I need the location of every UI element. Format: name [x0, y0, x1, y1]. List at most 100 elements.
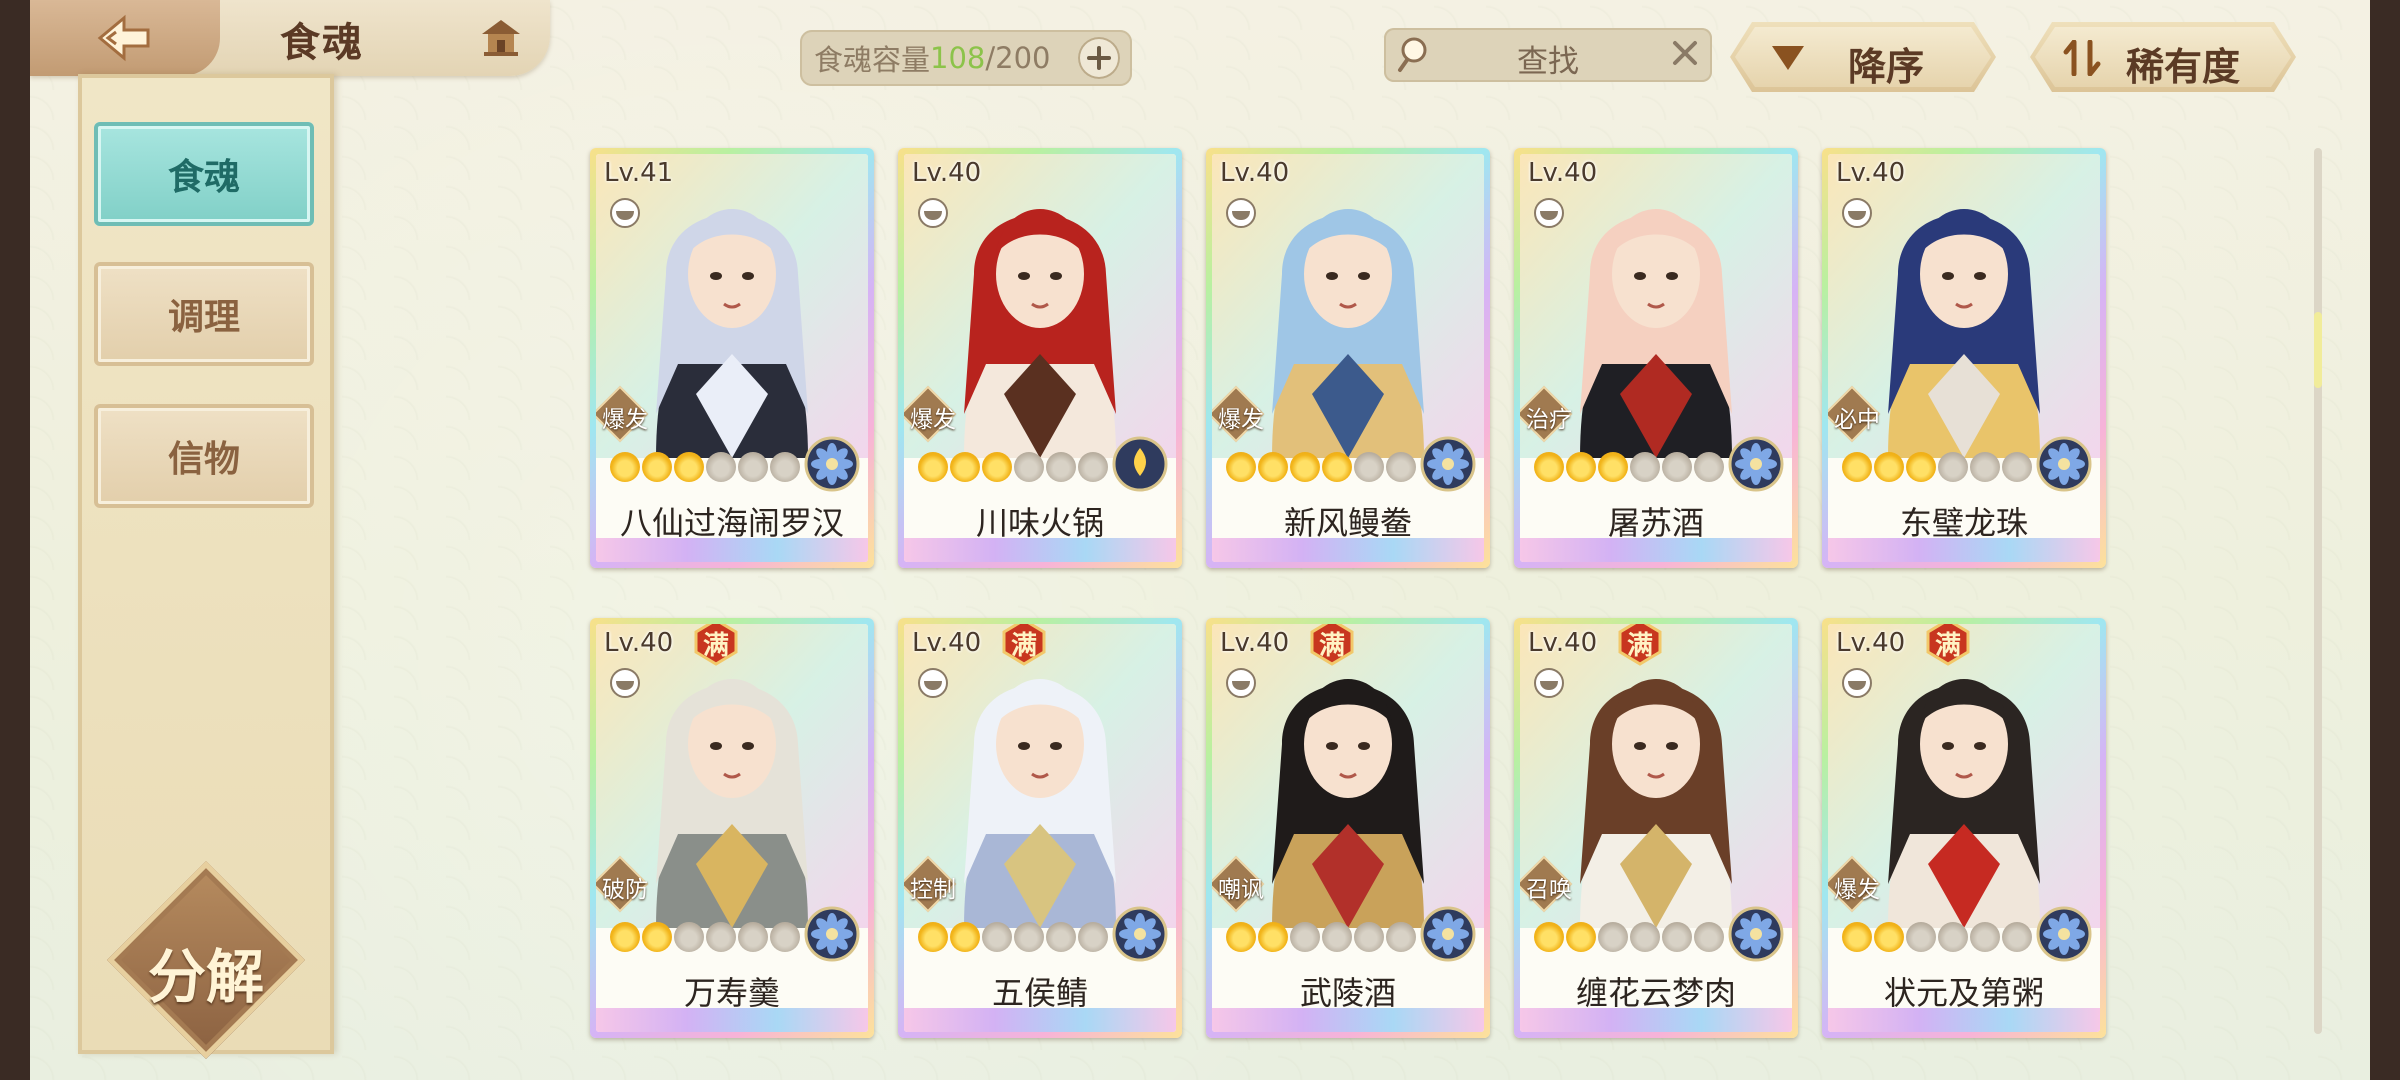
- element-flower-icon: [804, 436, 860, 492]
- star-icon: [1874, 922, 1904, 952]
- max-badge: 满: [1308, 624, 1356, 666]
- star-icon: [1226, 452, 1256, 482]
- bowl-icon: [1226, 668, 1256, 698]
- star-icon: [610, 922, 640, 952]
- max-badge: 满: [1616, 624, 1664, 666]
- role-tag: 爆发: [596, 385, 649, 443]
- capacity-indicator: 食魂容量 108 /200: [800, 30, 1132, 86]
- sidebar-item-label: 调理: [167, 296, 240, 338]
- star-icon: [1906, 922, 1936, 952]
- bowl-icon: [1842, 668, 1872, 698]
- plus-icon: [1087, 46, 1111, 70]
- star-icon: [674, 452, 704, 482]
- decompose-button[interactable]: 分解: [106, 860, 306, 1060]
- element-flower-icon: [1112, 906, 1168, 962]
- add-capacity-button[interactable]: [1078, 37, 1120, 79]
- element-flower-icon: [2036, 906, 2092, 962]
- back-arrow-icon: [97, 14, 150, 62]
- star-icon: [1290, 922, 1320, 952]
- star-icon: [1258, 452, 1288, 482]
- clear-icon[interactable]: [1670, 38, 1700, 68]
- sidebar-item-conditioning[interactable]: 调理: [94, 262, 314, 366]
- role-tag: 破防: [596, 855, 649, 913]
- scrollbar-track[interactable]: [2314, 148, 2322, 1034]
- star-icon: [918, 452, 948, 482]
- star-rating: [1534, 452, 1724, 482]
- star-icon: [1630, 922, 1660, 952]
- home-icon[interactable]: [478, 16, 524, 64]
- element-flame-icon: [1112, 436, 1168, 492]
- role-tag: 爆发: [904, 385, 957, 443]
- sort-key-button[interactable]: 稀有度: [2030, 22, 2296, 92]
- level-label: Lv.40: [1220, 628, 1290, 658]
- title-bar: 食魂: [30, 0, 550, 76]
- star-rating: [610, 452, 800, 482]
- star-icon: [950, 922, 980, 952]
- star-icon: [610, 452, 640, 482]
- role-tag: 嘲讽: [1212, 855, 1265, 913]
- food-soul-card[interactable]: Lv.40 满嘲讽 武陵酒: [1206, 618, 1490, 1038]
- element-flower-icon: [1420, 436, 1476, 492]
- card-footer: [596, 1008, 868, 1032]
- role-tag: 必中: [1828, 385, 1881, 443]
- food-soul-card[interactable]: Lv.40 必中 东璧龙珠: [1822, 148, 2106, 568]
- star-icon: [982, 452, 1012, 482]
- food-soul-card[interactable]: Lv.40 治疗 屠苏酒: [1514, 148, 1798, 568]
- star-icon: [1046, 452, 1076, 482]
- card-footer: [1828, 1008, 2100, 1032]
- star-icon: [1354, 452, 1384, 482]
- sort-key-label: 稀有度: [2126, 45, 2241, 89]
- star-icon: [1598, 452, 1628, 482]
- star-icon: [706, 922, 736, 952]
- search-input[interactable]: 查找: [1384, 28, 1712, 82]
- food-soul-card[interactable]: Lv.40 满破防 万寿羹: [590, 618, 874, 1038]
- food-soul-card[interactable]: Lv.40 满爆发 状元及第粥: [1822, 618, 2106, 1038]
- star-rating: [1534, 922, 1724, 952]
- sidebar-item-food-souls[interactable]: 食魂: [94, 122, 314, 226]
- star-icon: [738, 922, 768, 952]
- sort-order-button[interactable]: 降序: [1730, 22, 1996, 92]
- star-icon: [738, 452, 768, 482]
- star-icon: [1566, 452, 1596, 482]
- card-footer: [596, 538, 868, 562]
- capacity-current: 108: [930, 41, 986, 75]
- star-icon: [706, 452, 736, 482]
- element-flower-icon: [2036, 436, 2092, 492]
- capacity-label: 食魂容量: [814, 43, 931, 77]
- star-icon: [1970, 452, 2000, 482]
- game-screen: 食魂 食魂容量 108 /200 查找 降序 稀有度 食魂 调理 信物 分解 L…: [30, 0, 2370, 1080]
- star-icon: [674, 922, 704, 952]
- max-badge: 满: [692, 624, 740, 666]
- star-icon: [1662, 922, 1692, 952]
- max-badge: 满: [1000, 624, 1048, 666]
- food-soul-card[interactable]: Lv.40 满控制 五侯鲭: [898, 618, 1182, 1038]
- food-soul-card[interactable]: Lv.40 满召唤 缠花云梦肉: [1514, 618, 1798, 1038]
- food-soul-card[interactable]: Lv.40 爆发 川味火锅: [898, 148, 1182, 568]
- food-soul-card[interactable]: Lv.40 爆发 新风鳗鲞: [1206, 148, 1490, 568]
- sidebar-item-tokens[interactable]: 信物: [94, 404, 314, 508]
- element-flower-icon: [804, 906, 860, 962]
- role-tag-label: 爆发: [1834, 877, 1880, 903]
- star-rating: [918, 452, 1108, 482]
- star-icon: [1354, 922, 1384, 952]
- star-icon: [950, 452, 980, 482]
- back-button[interactable]: [30, 0, 220, 76]
- star-icon: [1290, 452, 1320, 482]
- star-icon: [642, 452, 672, 482]
- bowl-icon: [610, 668, 640, 698]
- star-icon: [1534, 452, 1564, 482]
- level-label: Lv.40: [1220, 158, 1290, 188]
- role-tag-label: 爆发: [910, 407, 956, 433]
- sidebar-item-label: 食魂: [167, 156, 240, 198]
- star-icon: [2002, 922, 2032, 952]
- level-label: Lv.40: [1528, 158, 1598, 188]
- scrollbar-thumb[interactable]: [2314, 312, 2322, 388]
- bowl-icon: [918, 668, 948, 698]
- star-icon: [1226, 922, 1256, 952]
- max-badge-text: 满: [702, 631, 729, 661]
- role-tag-label: 嘲讽: [1218, 877, 1264, 903]
- food-soul-card[interactable]: Lv.41 爆发 八仙过海闹罗汉: [590, 148, 874, 568]
- max-badge-text: 满: [1010, 631, 1037, 661]
- star-icon: [770, 922, 800, 952]
- role-tag-label: 控制: [910, 877, 956, 903]
